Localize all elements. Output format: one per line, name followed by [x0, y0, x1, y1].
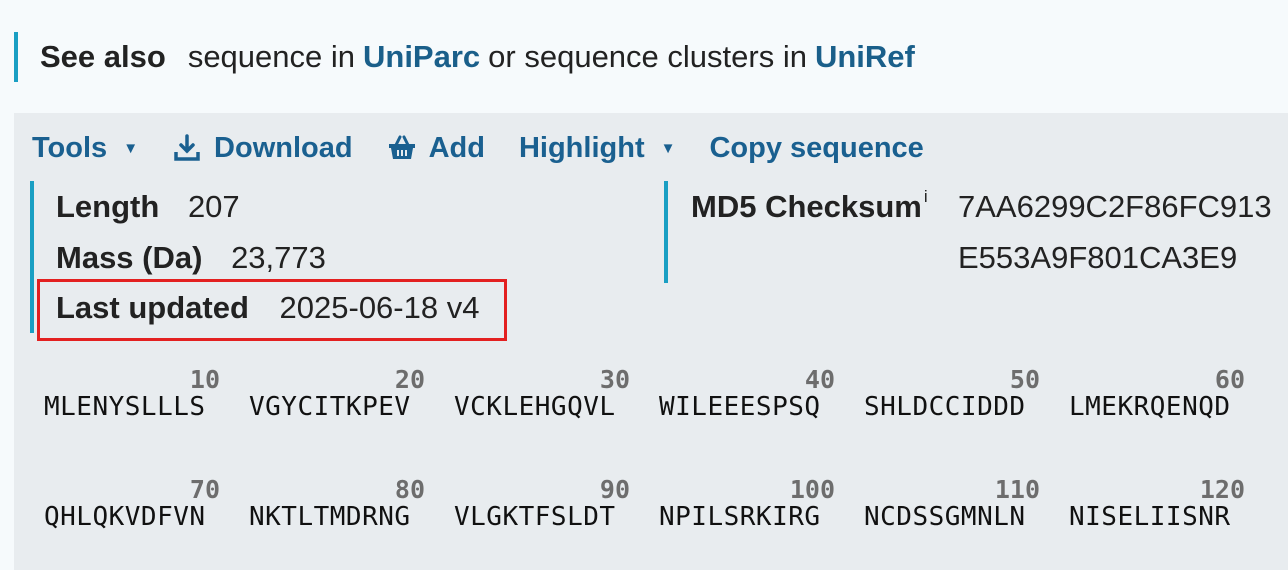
sequence-residues: QHLQKVDFVN — [44, 502, 206, 532]
sequence-residues: LMEKRQENQD — [1069, 392, 1231, 422]
sequence-position: 110 — [994, 475, 1040, 504]
download-button[interactable]: Download — [172, 132, 353, 165]
chevron-down-icon: ▼ — [660, 139, 676, 157]
md5-row: MD5 Checksum i — [691, 187, 928, 225]
basket-icon — [388, 135, 415, 159]
sequence-chunk: 50 SHLDCCIDDD — [864, 365, 1040, 422]
sequence-position: 120 — [1199, 475, 1245, 504]
download-label: Download — [214, 131, 353, 164]
sequence-position: 30 — [599, 365, 630, 394]
info-left-column — [30, 181, 34, 333]
sequence-chunk: 40 WILEEESPSQ — [659, 365, 835, 422]
info-icon[interactable]: i — [924, 187, 928, 206]
tools-dropdown[interactable]: Tools ▼ — [32, 132, 138, 165]
sequence-position: 100 — [789, 475, 835, 504]
sequence-residues: NKTLTMDRNG — [249, 502, 411, 532]
sequence-chunk: 90 VLGKTFSLDT — [454, 475, 630, 532]
sequence-position: 80 — [394, 475, 425, 504]
length-label: Length — [56, 189, 160, 224]
sequence-position: 20 — [394, 365, 425, 394]
add-basket-button[interactable]: Add — [387, 132, 485, 165]
copy-sequence-button[interactable]: Copy sequence — [709, 132, 923, 165]
sequence-chunk: 30 VCKLEHGQVL — [454, 365, 630, 422]
tools-label: Tools — [32, 131, 108, 164]
sequence-chunk: 110 NCDSSGMNLN — [864, 475, 1040, 532]
mass-label: Mass (Da) — [56, 240, 203, 275]
sequence-position: 60 — [1214, 365, 1245, 394]
chevron-down-icon: ▼ — [123, 139, 139, 157]
info-right-column — [664, 181, 668, 283]
sequence-chunk: 120 NISELIISNR — [1069, 475, 1245, 532]
length-value: 207 — [187, 189, 240, 224]
sequence-residues: WILEEESPSQ — [659, 392, 821, 422]
sequence-residues: MLENYSLLLS — [44, 392, 206, 422]
download-icon — [174, 134, 200, 161]
sequence-residues: NISELIISNR — [1069, 502, 1231, 532]
length-row: Length 207 — [56, 189, 240, 225]
copy-sequence-label: Copy sequence — [709, 131, 924, 164]
sequence-residues: VGYCITKPEV — [249, 392, 411, 422]
sequence-residues: NPILSRKIRG — [659, 502, 821, 532]
highlight-annotation-box — [37, 279, 507, 341]
highlight-dropdown[interactable]: Highlight ▼ — [519, 132, 676, 165]
md5-value-line-1: 7AA6299C2F86FC913 — [958, 189, 1272, 224]
see-also-label: See also — [40, 39, 166, 74]
sequence-position: 40 — [804, 365, 835, 394]
sequence-residues: VLGKTFSLDT — [454, 502, 616, 532]
see-also-text-2: or sequence clusters in — [488, 39, 807, 74]
sequence-chunk: 70 QHLQKVDFVN — [44, 475, 220, 532]
highlight-label: Highlight — [518, 131, 645, 164]
sequence-chunk: 80 NKTLTMDRNG — [249, 475, 425, 532]
mass-value: 23,773 — [231, 240, 326, 275]
sequence-position: 70 — [189, 475, 220, 504]
uniparc-link[interactable]: UniParc — [363, 39, 480, 75]
mass-row: Mass (Da) 23,773 — [56, 240, 326, 276]
sequence-position: 90 — [599, 475, 630, 504]
sequence-toolbar: Tools ▼ Download Add Highlight ▼ Copy se… — [32, 121, 924, 175]
sequence-residues: NCDSSGMNLN — [864, 502, 1026, 532]
sequence-chunk: 20 VGYCITKPEV — [249, 365, 425, 422]
sequence-chunk: 100 NPILSRKIRG — [659, 475, 835, 532]
sequence-position: 50 — [1009, 365, 1040, 394]
md5-label: MD5 Checksum — [691, 189, 922, 224]
add-label: Add — [428, 131, 485, 164]
sequence-chunk: 60 LMEKRQENQD — [1069, 365, 1245, 422]
md5-value-line-2: E553A9F801CA3E9 — [958, 240, 1238, 275]
see-also-bar: See also sequence in UniParc or sequence… — [14, 32, 923, 82]
see-also-text-1: sequence in — [187, 39, 355, 74]
sequence-residues: VCKLEHGQVL — [454, 392, 616, 422]
uniref-link[interactable]: UniRef — [815, 39, 915, 75]
sequence-chunk: 10 MLENYSLLLS — [44, 365, 220, 422]
sequence-residues: SHLDCCIDDD — [864, 392, 1026, 422]
sequence-panel: Tools ▼ Download Add Highlight ▼ Copy se… — [14, 113, 1288, 570]
sequence-position: 10 — [189, 365, 220, 394]
